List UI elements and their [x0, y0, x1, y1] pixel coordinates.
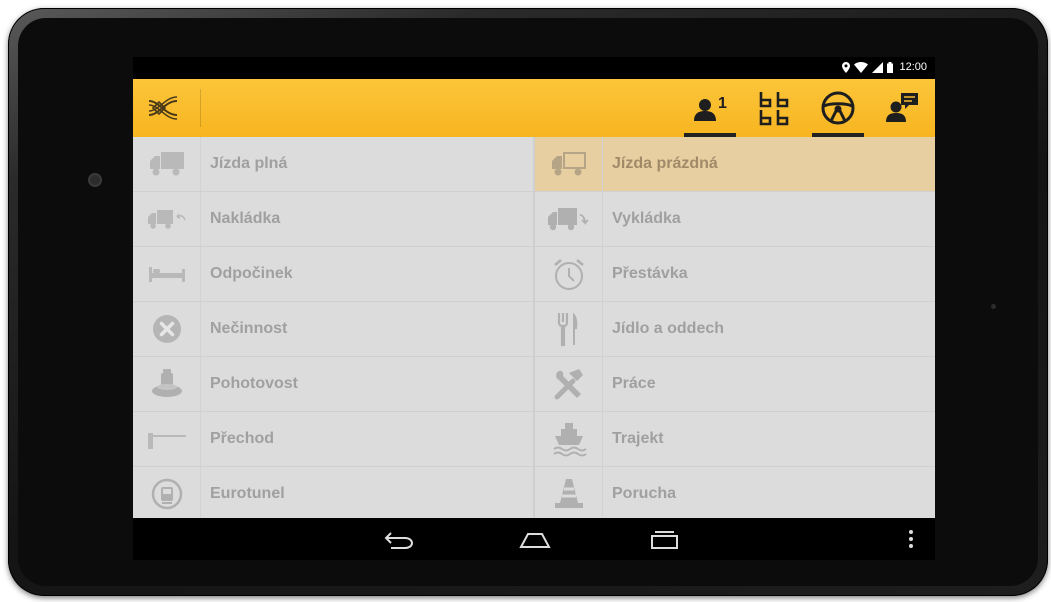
steering-wheel-icon [821, 91, 855, 125]
recents-icon[interactable] [649, 527, 681, 551]
activity-label: Vykládka [612, 210, 681, 227]
activity-trajekt[interactable]: Trajekt [535, 412, 935, 467]
activity-label: Nečinnost [210, 320, 288, 337]
activity-jizda-plna[interactable]: Jízda plná [133, 137, 533, 192]
activity-grid: Jízda plná Nakládka Odpočinek Nečinnost … [133, 137, 935, 522]
activity-label: Jízda prázdná [612, 155, 718, 172]
truck-loading-icon [147, 210, 186, 229]
border-barrier-icon [147, 433, 186, 449]
activity-column-right: Jízda prázdná Vykládka Přestávka Jídlo a… [533, 137, 935, 522]
tunnel-train-icon [151, 478, 182, 510]
activity-label: Přechod [210, 430, 275, 447]
back-icon[interactable] [383, 527, 415, 551]
activity-necinnost[interactable]: Nečinnost [133, 302, 533, 357]
activity-prechod[interactable]: Přechod [133, 412, 533, 467]
activity-label: Eurotunel [210, 485, 285, 502]
status-time: 12:00 [899, 61, 927, 73]
home-icon[interactable] [519, 527, 551, 551]
overflow-menu-icon[interactable] [907, 527, 915, 551]
signal-icon [872, 61, 884, 73]
cancel-circle-icon [152, 315, 181, 343]
driver-icon: 1 [694, 95, 727, 121]
truck-empty-icon [551, 152, 586, 176]
status-bar: 12:00 [133, 57, 935, 79]
activity-odpocinek[interactable]: Odpočinek [133, 247, 533, 302]
fork-knife-icon [557, 313, 577, 347]
sensor-dot [991, 304, 996, 309]
alarm-clock-icon [553, 259, 584, 290]
activity-label: Jízda plná [210, 155, 288, 172]
activity-label: Nakládka [210, 210, 281, 227]
activity-label: Trajekt [612, 430, 664, 447]
bed-icon [148, 267, 185, 282]
system-nav-bar [133, 518, 935, 560]
activity-prace[interactable]: Práce [535, 357, 935, 412]
crew-button[interactable] [742, 79, 806, 137]
activity-porucha[interactable]: Porucha [535, 467, 935, 522]
driver-badge-text: 1 [718, 95, 727, 112]
activity-vykladka[interactable]: Vykládka [535, 192, 935, 247]
activity-nakladka[interactable]: Nakládka [133, 192, 533, 247]
activity-jizda-prazdna[interactable]: Jízda prázdná [535, 137, 935, 192]
app-screen: 12:00 1 Jízda plná Nakládka Odpočinek Ne… [133, 57, 935, 560]
activity-jidlo[interactable]: Jídlo a oddech [535, 302, 935, 357]
activity-label: Jídlo a oddech [612, 320, 725, 337]
activity-label: Pohotovost [210, 375, 298, 392]
activity-label: Práce [612, 375, 656, 392]
crew-grid-icon [759, 92, 789, 126]
route-logo-icon[interactable] [145, 91, 181, 125]
location-icon [842, 61, 851, 73]
messages-button[interactable] [870, 79, 934, 137]
activity-label: Porucha [612, 485, 677, 502]
activity-eurotunel[interactable]: Eurotunel [133, 467, 533, 522]
traffic-cone-icon [554, 479, 583, 508]
activity-column-left: Jízda plná Nakládka Odpočinek Nečinnost … [133, 137, 533, 522]
truck-unloading-icon [547, 208, 589, 231]
wifi-icon [854, 61, 869, 73]
tools-icon [554, 369, 583, 400]
ferry-icon [552, 423, 587, 457]
battery-icon [887, 61, 894, 73]
logo-divider [200, 89, 201, 127]
activity-label: Přestávka [612, 265, 688, 282]
driver-message-icon [886, 93, 918, 122]
driver-one-button[interactable]: 1 [678, 79, 742, 137]
app-bar: 1 [133, 79, 935, 137]
truck-full-icon [149, 152, 184, 176]
driving-button[interactable] [806, 79, 870, 137]
standby-bell-icon [151, 369, 182, 397]
activity-prestavka[interactable]: Přestávka [535, 247, 935, 302]
activity-pohotovost[interactable]: Pohotovost [133, 357, 533, 412]
camera-lens [88, 173, 102, 187]
activity-label: Odpočinek [210, 265, 293, 282]
